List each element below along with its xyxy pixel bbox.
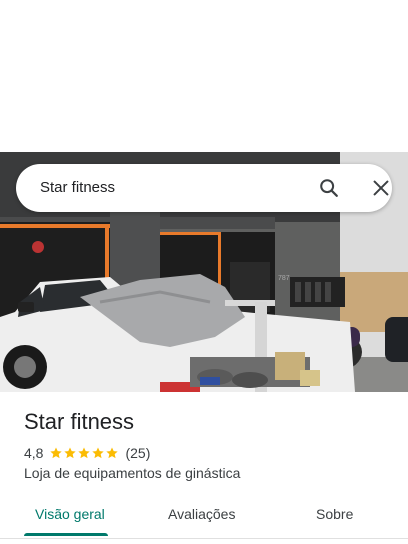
close-icon[interactable]: [370, 177, 392, 199]
rating-stars: [49, 446, 119, 460]
star-icon: [78, 447, 91, 459]
search-input[interactable]: Star fitness: [40, 179, 115, 196]
star-icon: [92, 447, 105, 459]
rating-value: 4,8: [24, 445, 44, 461]
search-icon[interactable]: [318, 177, 340, 199]
rating-row[interactable]: 4,8 (25): [24, 444, 150, 462]
place-title: Star fitness: [24, 409, 135, 434]
active-tab-indicator: [24, 533, 108, 536]
tab-overview[interactable]: Visão geral: [35, 506, 105, 522]
review-count[interactable]: (25): [125, 445, 150, 461]
star-icon: [50, 447, 63, 459]
map-area-blank: [0, 0, 408, 152]
place-category: Loja de equipamentos de ginástica: [24, 465, 241, 481]
svg-text:787: 787: [278, 275, 290, 282]
tab-reviews[interactable]: Avaliações: [168, 506, 235, 522]
star-icon: [106, 447, 119, 459]
search-bar[interactable]: Star fitness: [16, 164, 392, 212]
tab-about[interactable]: Sobre: [316, 506, 353, 522]
tabs-divider: [0, 538, 408, 539]
place-tabs: Visão geral Avaliações Sobre: [0, 498, 408, 538]
star-icon: [64, 447, 77, 459]
